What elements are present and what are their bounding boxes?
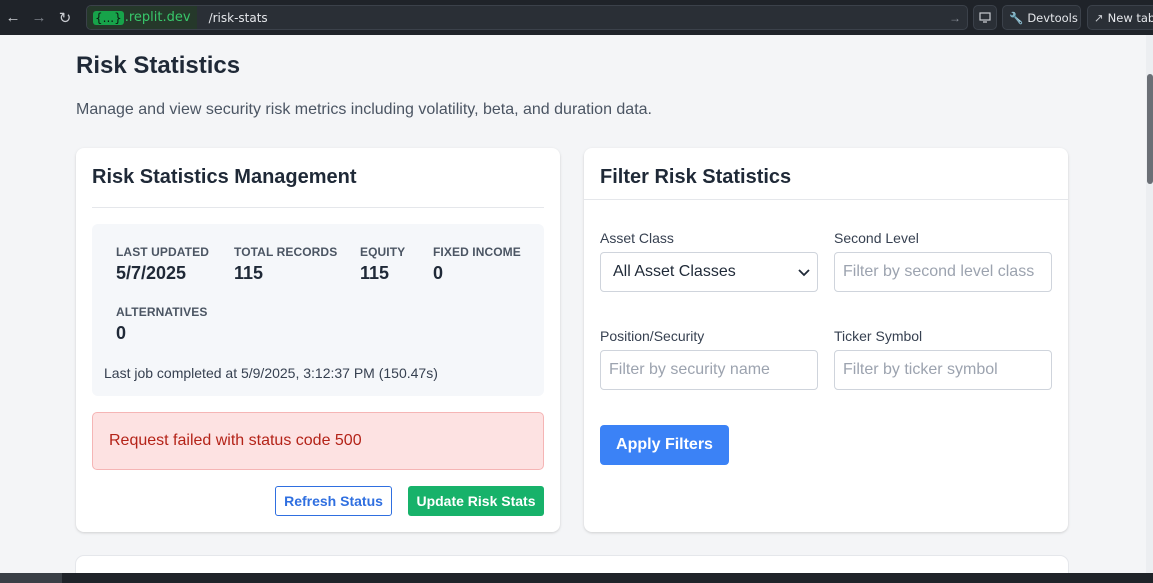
chevron-down-icon — [798, 269, 810, 277]
domain-text: .replit.dev — [124, 10, 191, 25]
domain-badge: {...} — [93, 10, 124, 25]
new-tab-label: New tab — [1107, 10, 1153, 25]
error-alert: Request failed with status code 500 — [92, 412, 544, 470]
stat-equity: 115 — [360, 263, 390, 283]
url-path: /risk-stats — [208, 10, 268, 25]
back-icon[interactable]: ← — [0, 0, 26, 35]
management-title: Risk Statistics Management — [92, 166, 357, 188]
reload-icon[interactable]: ↻ — [52, 0, 78, 35]
asset-class-value: All Asset Classes — [613, 263, 736, 280]
stat-label: FIXED INCOME — [433, 245, 521, 259]
domain-chip: {...} .replit.dev — [87, 6, 197, 29]
refresh-status-button[interactable]: Refresh Status — [275, 486, 392, 516]
apply-filters-button[interactable]: Apply Filters — [600, 425, 729, 465]
scrollbar-thumb[interactable] — [1147, 74, 1153, 184]
bottom-tab[interactable] — [0, 573, 62, 583]
devtools-button[interactable]: 🔧 Devtools — [1002, 5, 1081, 30]
address-bar[interactable]: {...} .replit.dev /risk-stats → — [86, 5, 968, 30]
stat-label: ALTERNATIVES — [116, 305, 208, 319]
management-card: Risk Statistics Management LAST UPDATED … — [76, 148, 560, 532]
stat-total-records: 115 — [234, 263, 264, 283]
screen-icon[interactable] — [973, 5, 997, 30]
stat-fixed-income: 0 — [433, 263, 444, 283]
ticker-label: Ticker Symbol — [834, 328, 923, 344]
stat-label: EQUITY — [360, 245, 406, 259]
new-tab-button[interactable]: ↗ New tab — [1087, 5, 1153, 30]
devtools-label: Devtools — [1027, 10, 1078, 25]
page-subtitle: Manage and view security risk metrics in… — [76, 101, 652, 118]
stat-alternatives: 0 — [116, 323, 127, 343]
second-level-input[interactable]: Filter by second level class — [834, 252, 1052, 292]
filter-title: Filter Risk Statistics — [600, 166, 792, 188]
divider — [92, 207, 544, 208]
asset-class-select[interactable]: All Asset Classes — [600, 252, 818, 292]
asset-class-label: Asset Class — [600, 230, 674, 246]
go-arrow-icon[interactable]: → — [949, 11, 961, 25]
ticker-input[interactable]: Filter by ticker symbol — [834, 350, 1052, 390]
divider — [584, 199, 1068, 200]
page-title: Risk Statistics — [76, 52, 241, 79]
stats-panel: LAST UPDATED 5/7/2025 TOTAL RECORDS 115 … — [92, 224, 544, 396]
position-input[interactable]: Filter by security name — [600, 350, 818, 390]
bottom-panel — [0, 573, 1153, 583]
stat-last-updated: 5/7/2025 — [116, 263, 187, 283]
position-label: Position/Security — [600, 328, 705, 344]
wrench-icon: 🔧 — [1009, 10, 1024, 25]
second-level-label: Second Level — [834, 230, 919, 246]
external-link-icon: ↗ — [1094, 10, 1104, 25]
forward-icon[interactable]: → — [26, 0, 52, 35]
job-status: Last job completed at 5/9/2025, 3:12:37 … — [104, 365, 438, 381]
error-message: Request failed with status code 500 — [109, 432, 362, 449]
stat-label: LAST UPDATED — [116, 245, 209, 259]
update-risk-stats-button[interactable]: Update Risk Stats — [408, 486, 544, 516]
stat-label: TOTAL RECORDS — [234, 245, 338, 259]
filter-card: Filter Risk Statistics Asset Class All A… — [584, 148, 1068, 532]
